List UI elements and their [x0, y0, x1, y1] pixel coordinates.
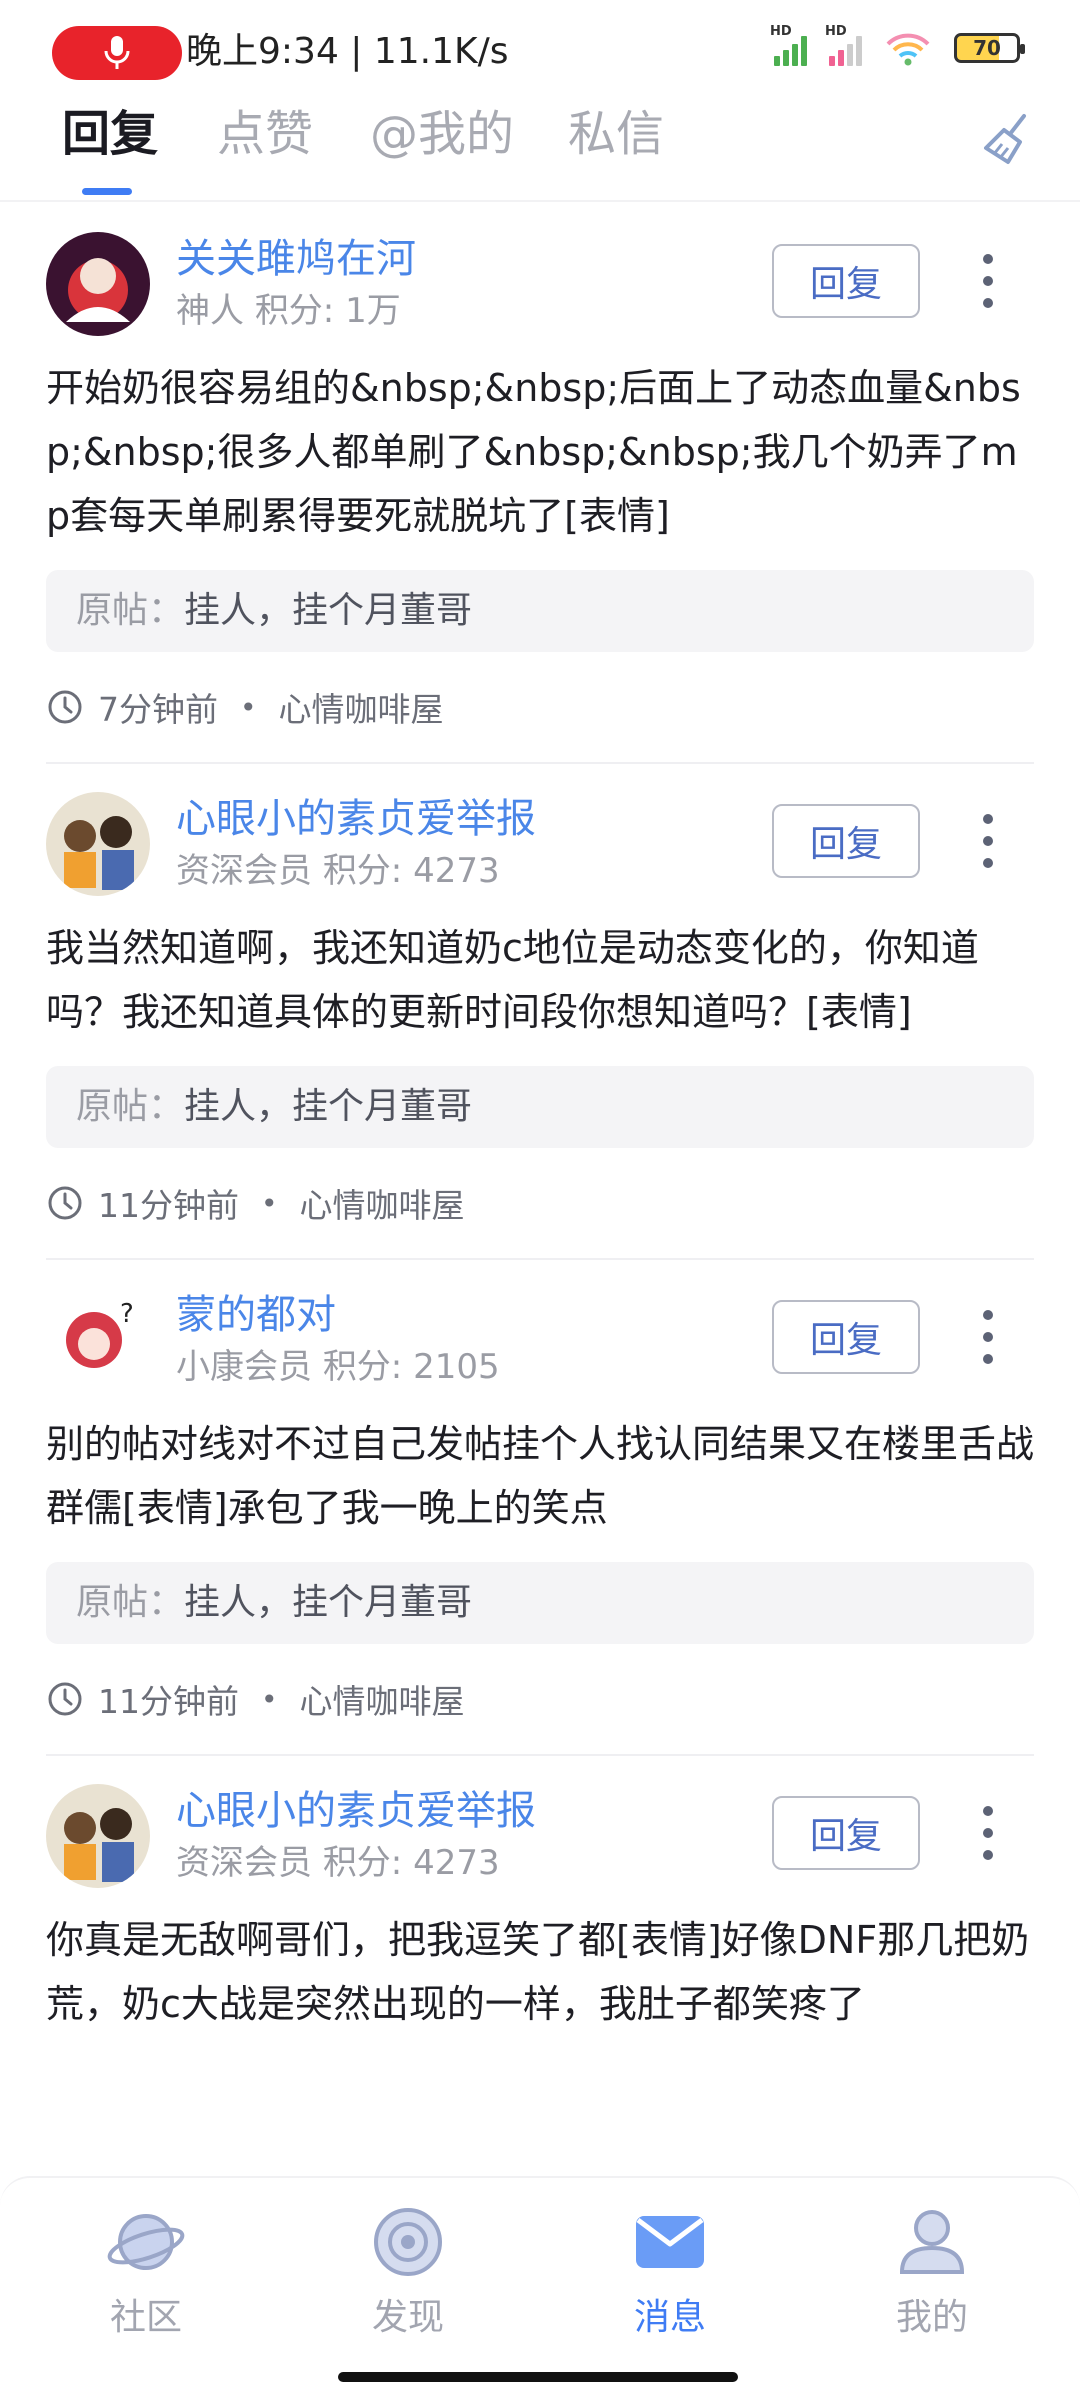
tab-private-messages[interactable]: 私信	[568, 104, 664, 164]
nav-label: 消息	[633, 2297, 706, 2338]
avatar[interactable]	[46, 1784, 150, 1888]
avatar[interactable]	[46, 792, 150, 896]
original-post-title: 挂人，挂个月董哥	[184, 590, 473, 631]
user-points: 积分: 2105	[322, 1347, 500, 1387]
nav-messages[interactable]: 消息	[580, 2200, 760, 2342]
active-tab-indicator	[82, 188, 132, 195]
user-meta: 神人 积分: 1万	[176, 288, 401, 334]
mail-icon	[636, 2216, 704, 2268]
avatar[interactable]: ?	[46, 1288, 150, 1392]
separator-dot: •	[261, 1682, 278, 1716]
list-item[interactable]: 关关雎鸠在河 神人 积分: 1万 回复 开始奶很容易组的&nbsp;&nbsp;…	[0, 204, 1080, 762]
user-meta: 小康会员 积分: 2105	[176, 1344, 500, 1390]
reply-button[interactable]: 回复	[772, 1796, 920, 1870]
item-meta: 11分钟前 • 心情咖啡屋	[46, 1148, 1034, 1258]
hd-label-1: HD	[770, 24, 792, 39]
reply-list: 关关雎鸠在河 神人 积分: 1万 回复 开始奶很容易组的&nbsp;&nbsp;…	[0, 204, 1080, 2174]
reply-button[interactable]: 回复	[772, 244, 920, 318]
tab-reply[interactable]: 回复	[62, 104, 158, 164]
list-item[interactable]: 心眼小的素贞爱举报 资深会员 积分: 4273 回复 你真是无敌啊哥们，把我逗笑…	[46, 1754, 1034, 2036]
planet-icon	[107, 2214, 185, 2270]
clock-icon	[48, 1682, 82, 1716]
reply-content: 我当然知道啊，我还知道奶c地位是动态变化的，你知道吗？我还知道具体的更新时间段你…	[46, 926, 979, 1034]
avatar[interactable]	[46, 232, 150, 336]
nav-profile[interactable]: 我的	[842, 2200, 1022, 2342]
original-post-title: 挂人，挂个月董哥	[184, 1582, 473, 1623]
reply-button[interactable]: 回复	[772, 804, 920, 878]
item-meta: 7分钟前 • 心情咖啡屋	[46, 652, 1034, 762]
reply-content: 开始奶很容易组的&nbsp;&nbsp;后面上了动态血量&nbsp;&nbsp;…	[46, 366, 1021, 538]
nav-label: 发现	[371, 2297, 444, 2338]
user-level: 资深会员	[176, 1843, 312, 1883]
item-meta: 11分钟前 • 心情咖啡屋	[46, 1644, 1034, 1754]
svg-text:?: ?	[120, 1299, 134, 1329]
wifi-icon	[886, 33, 930, 66]
clear-all-broom-icon[interactable]	[980, 110, 1040, 170]
board-name[interactable]: 心情咖啡屋	[300, 1179, 465, 1227]
separator-dot: •	[261, 1186, 278, 1220]
list-item[interactable]: ? 蒙的都对 小康会员 积分: 2105 回复 别的帖对线对不过自己发帖挂个人找…	[46, 1258, 1034, 1754]
username[interactable]: 心眼小的素贞爱举报	[176, 792, 536, 846]
username[interactable]: 关关雎鸠在河	[176, 232, 416, 286]
original-post-link[interactable]: 原帖：挂人，挂个月董哥	[46, 570, 1034, 652]
clock-icon	[48, 690, 82, 724]
user-points: 积分: 1万	[254, 291, 401, 331]
bottom-navigation: 社区 发现 消息 我的	[0, 2176, 1080, 2400]
reply-button[interactable]: 回复	[772, 1300, 920, 1374]
discover-icon	[374, 2208, 442, 2276]
more-options-icon[interactable]	[968, 808, 1008, 874]
time-and-network-speed: 晚上9:34 | 11.1K/s	[186, 31, 509, 72]
list-item[interactable]: 心眼小的素贞爱举报 资深会员 积分: 4273 回复 我当然知道啊，我还知道奶c…	[46, 762, 1034, 1258]
nav-discover[interactable]: 发现	[318, 2200, 498, 2342]
original-post-link[interactable]: 原帖：挂人，挂个月董哥	[46, 1562, 1034, 1644]
board-name[interactable]: 心情咖啡屋	[279, 683, 444, 731]
original-post-link[interactable]: 原帖：挂人，挂个月董哥	[46, 1066, 1034, 1148]
more-options-icon[interactable]	[968, 248, 1008, 314]
signal-2-icon: HD	[825, 24, 862, 66]
tab-likes[interactable]: 点赞	[217, 104, 313, 164]
clock-icon	[48, 1186, 82, 1220]
status-bar: 晚上9:34 | 11.1K/s HD HD 70	[0, 0, 1080, 96]
nav-label: 我的	[895, 2297, 968, 2338]
separator-dot: •	[240, 690, 257, 724]
original-post-prefix: 原帖：	[76, 590, 185, 631]
profile-icon	[899, 2210, 965, 2274]
original-post-prefix: 原帖：	[76, 1086, 185, 1127]
user-level: 资深会员	[176, 851, 312, 891]
username[interactable]: 心眼小的素贞爱举报	[176, 1784, 536, 1838]
status-icons: HD HD 70	[770, 24, 1025, 68]
more-options-icon[interactable]	[968, 1800, 1008, 1866]
user-meta: 资深会员 积分: 4273	[176, 848, 500, 894]
timestamp: 11分钟前	[98, 1682, 239, 1721]
microphone-icon	[104, 36, 130, 69]
user-level: 小康会员	[176, 1347, 312, 1387]
timestamp: 7分钟前	[98, 690, 218, 729]
home-indicator[interactable]	[338, 2372, 738, 2382]
board-name[interactable]: 心情咖啡屋	[300, 1675, 465, 1723]
more-options-icon[interactable]	[968, 1304, 1008, 1370]
timestamp: 11分钟前	[98, 1186, 239, 1225]
battery-icon: 70	[954, 33, 1025, 63]
user-meta: 资深会员 积分: 4273	[176, 1840, 500, 1886]
reply-content: 你真是无敌啊哥们，把我逗笑了都[表情]好像DNF那几把奶荒，奶c大战是突然出现的…	[46, 1918, 1030, 2026]
mic-recording-indicator[interactable]	[52, 26, 182, 80]
user-points: 积分: 4273	[322, 1843, 500, 1883]
original-post-prefix: 原帖：	[76, 1582, 185, 1623]
user-level: 神人	[176, 291, 244, 331]
reply-content: 别的帖对线对不过自己发帖挂个人找认同结果又在楼里舌战群儒[表情]承包了我一晚上的…	[46, 1422, 1035, 1530]
username[interactable]: 蒙的都对	[176, 1288, 336, 1342]
nav-label: 社区	[109, 2297, 182, 2338]
signal-1-icon: HD	[770, 24, 807, 66]
user-points: 积分: 4273	[322, 851, 500, 891]
message-tabs: 回复 点赞 @我的 私信	[0, 96, 1080, 202]
tab-mentions[interactable]: @我的	[370, 104, 514, 164]
original-post-title: 挂人，挂个月董哥	[184, 1086, 473, 1127]
hd-label-2: HD	[825, 24, 847, 39]
nav-community[interactable]: 社区	[56, 2200, 236, 2342]
